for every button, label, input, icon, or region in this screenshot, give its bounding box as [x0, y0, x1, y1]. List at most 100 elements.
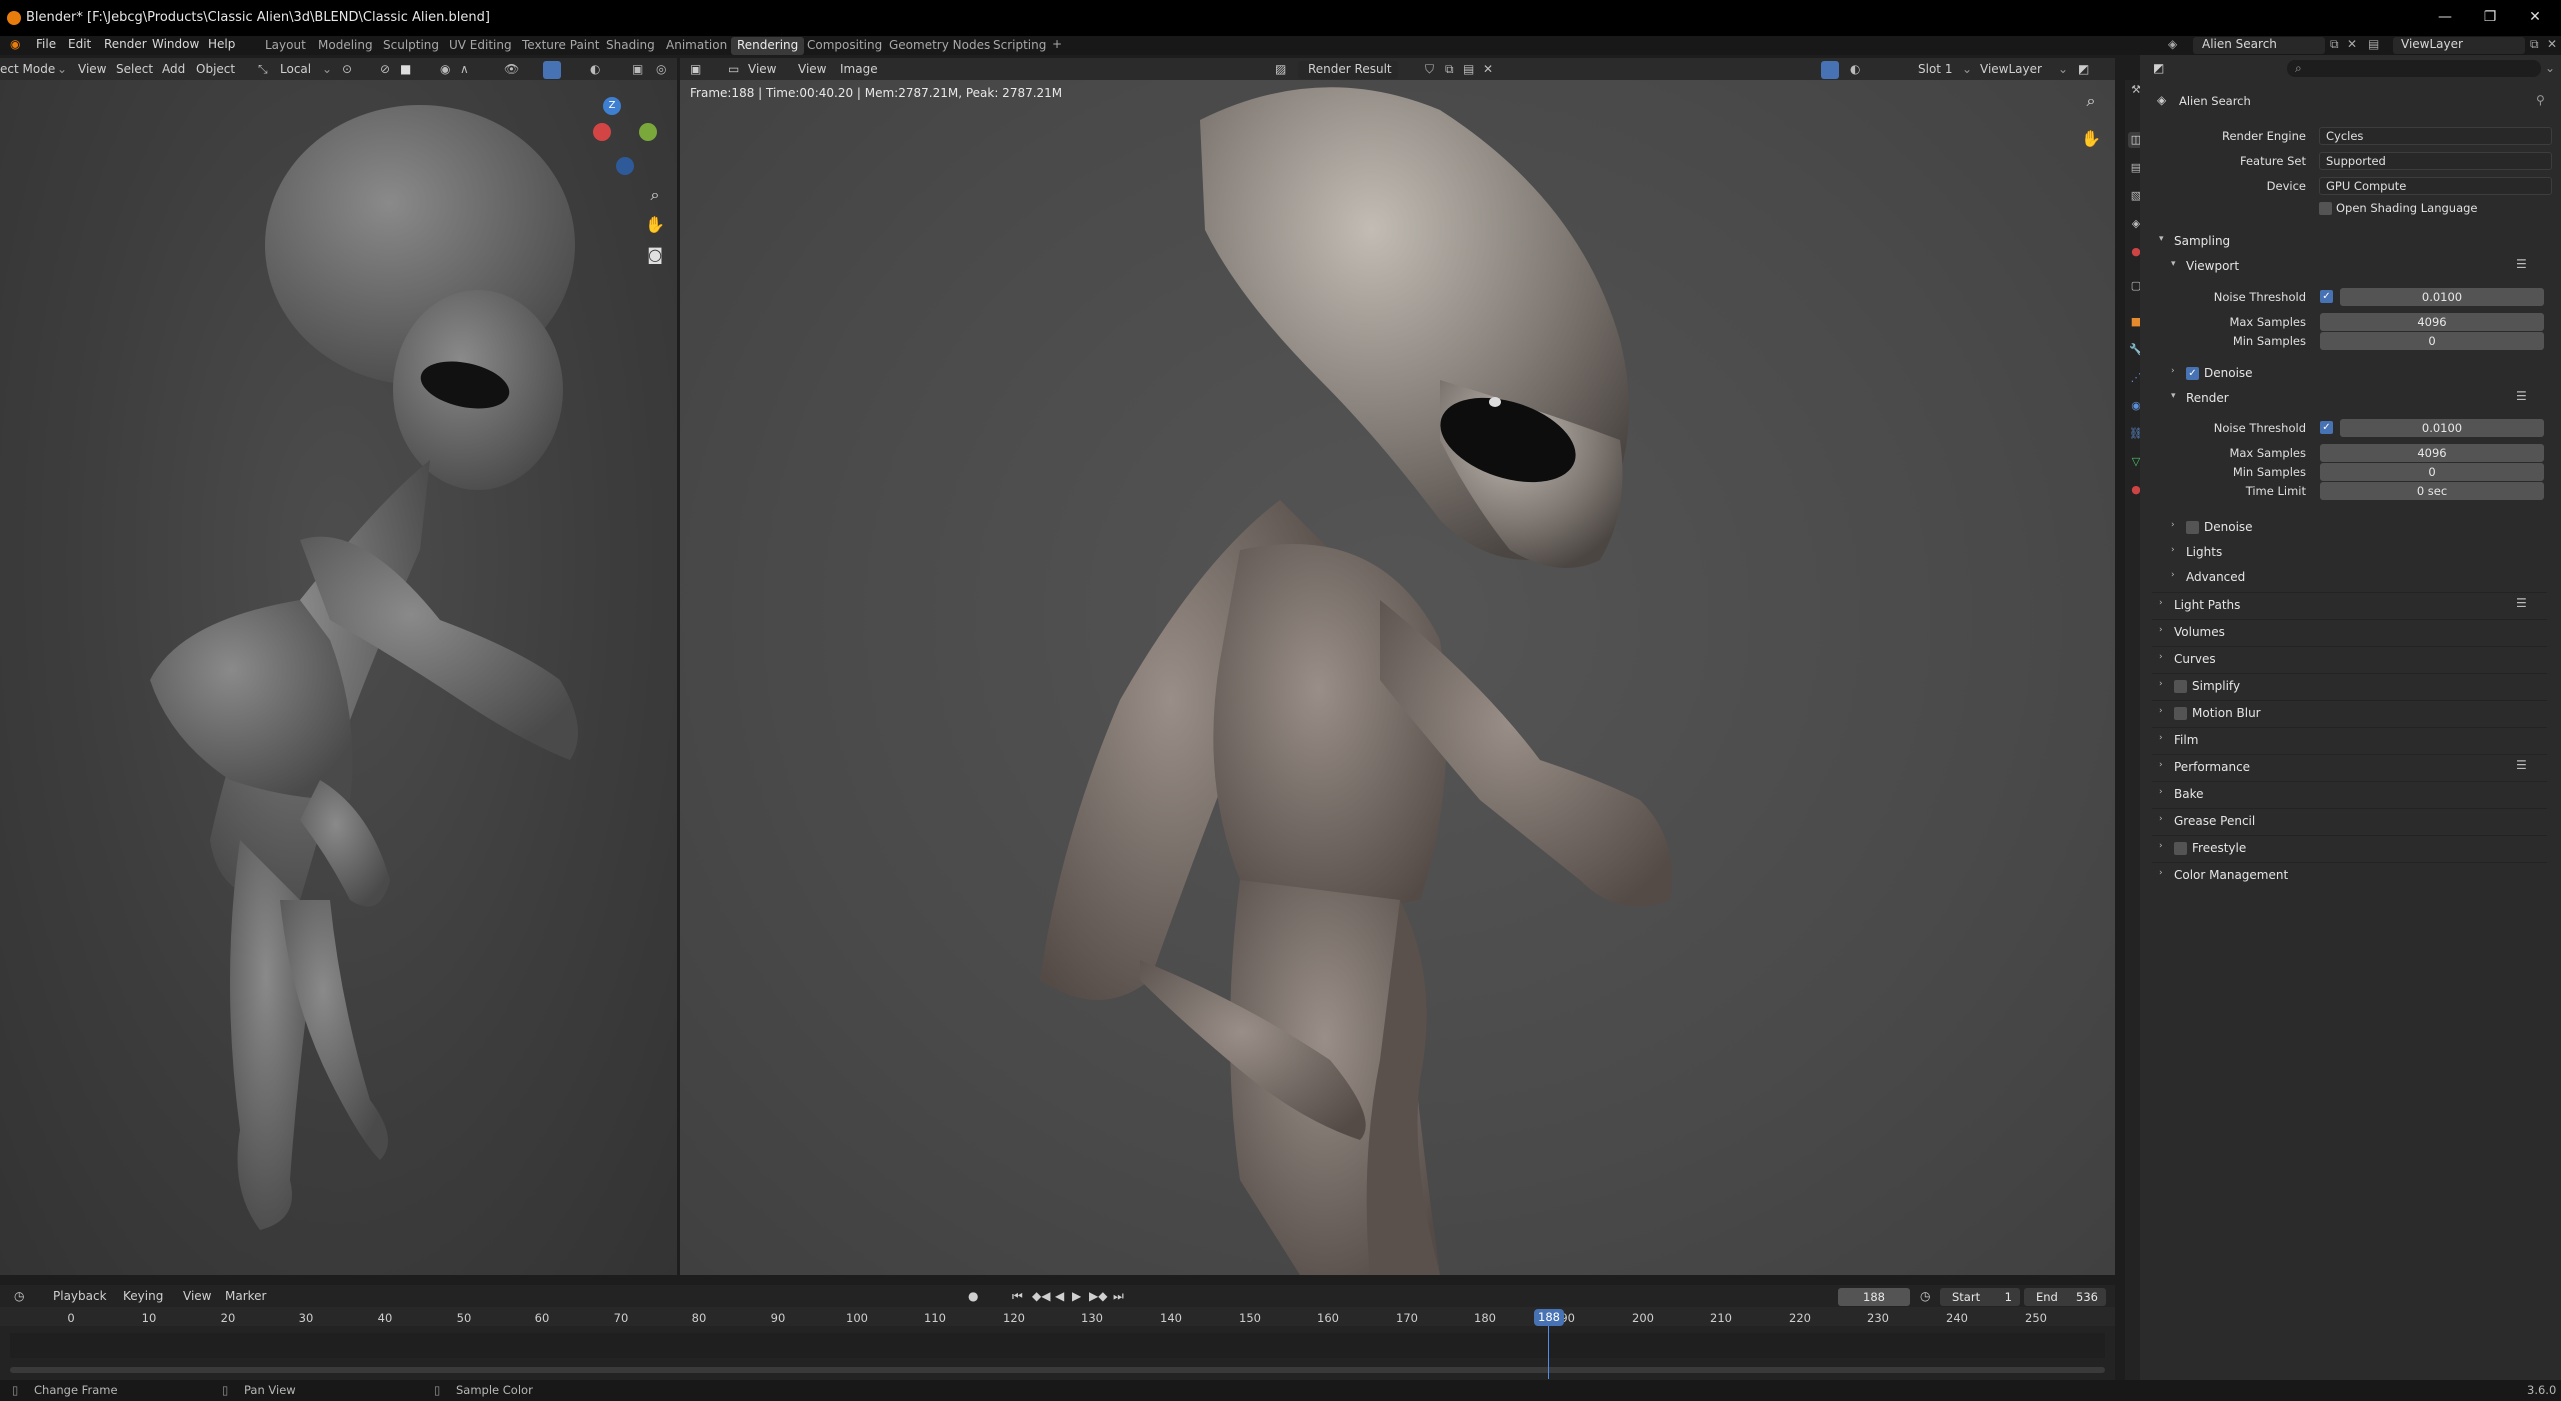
timeline[interactable]: ◷ Playback Keying View Marker ● ⏮ ◆◀ ◀ ▶… — [0, 1285, 2115, 1380]
gizmo-toggle-button[interactable] — [1821, 61, 1839, 79]
osl-checkbox[interactable] — [2319, 202, 2332, 215]
section-volumes[interactable]: › Volumes — [2152, 619, 2547, 645]
menu-view[interactable]: View — [78, 62, 106, 76]
view-layer-name[interactable]: ViewLayer — [2401, 37, 2463, 51]
subsection-render-denoise[interactable]: › Denoise — [2164, 515, 2547, 541]
visibility-icon[interactable]: 👁 — [504, 62, 519, 76]
editor-type-icon[interactable]: ◷ — [14, 1289, 24, 1303]
gizmo-neg-z-axis[interactable] — [616, 157, 634, 175]
render-result-view[interactable]: Frame:188 | Time:00:40.20 | Mem:2787.21M… — [680, 80, 2115, 1275]
menu-marker[interactable]: Marker — [225, 1289, 266, 1303]
view-layer-delete-icon[interactable]: ✕ — [2547, 37, 2557, 51]
proportional-edit-icon[interactable]: ◉ — [440, 62, 450, 76]
camera-icon[interactable]: ◙ — [640, 240, 670, 270]
section-film[interactable]: › Film — [2152, 727, 2547, 753]
menu-edit[interactable]: Edit — [68, 37, 91, 51]
pan-hand-icon[interactable]: ✋ — [2076, 124, 2106, 154]
time-limit-field[interactable]: 0 sec — [2320, 482, 2544, 500]
pan-hand-icon[interactable]: ✋ — [640, 210, 670, 240]
editor-type-icon[interactable]: ▣ — [690, 62, 701, 76]
vp-noise-threshold-field[interactable]: 0.0100 — [2340, 288, 2544, 306]
pivot-icon[interactable]: ⊙ — [342, 62, 352, 76]
zoom-icon[interactable]: ⌕ — [640, 180, 670, 210]
next-keyframe-icon[interactable]: ▶◆ — [1089, 1289, 1107, 1303]
menu-file[interactable]: File — [36, 37, 56, 51]
open-image-icon[interactable]: ▤ — [1463, 62, 1474, 76]
xray-icon[interactable]: ▣ — [632, 62, 643, 76]
snap-target-icon[interactable]: ■ — [400, 62, 411, 76]
tab-shading[interactable]: Shading — [600, 37, 661, 55]
subsection-viewport[interactable]: ▾ Viewport ☰ — [2164, 254, 2547, 280]
add-workspace-icon[interactable]: + — [1052, 37, 1062, 51]
menu-select[interactable]: Select — [116, 62, 153, 76]
scene-name[interactable]: Alien Search — [2202, 37, 2277, 51]
r-noise-threshold-field[interactable]: 0.0100 — [2340, 419, 2544, 437]
menu-view[interactable]: View — [183, 1289, 211, 1303]
menu-window[interactable]: Window — [152, 37, 199, 51]
menu-keying[interactable]: Keying — [123, 1289, 163, 1303]
scene-new-icon[interactable]: ⧉ — [2330, 37, 2339, 52]
subsection-lights[interactable]: › Lights — [2164, 540, 2547, 566]
subsection-render[interactable]: ▾ Render ☰ — [2164, 386, 2547, 412]
blender-menu-icon[interactable]: ◉ — [10, 37, 20, 51]
tab-scripting[interactable]: Scripting — [987, 37, 1052, 55]
jump-end-icon[interactable]: ⏭ — [1113, 1289, 1124, 1304]
tab-geometry-nodes[interactable]: Geometry Nodes — [883, 37, 996, 55]
pin-icon[interactable]: ⚲ — [2536, 93, 2545, 107]
tab-animation[interactable]: Animation — [660, 37, 733, 55]
vp-min-samples-field[interactable]: 0 — [2320, 332, 2544, 350]
playhead[interactable]: 188 — [1534, 1309, 1564, 1326]
left-3d-viewport[interactable]: Z ⌕ ✋ ◙ — [0, 80, 677, 1275]
render-engine-select[interactable]: Cycles — [2319, 127, 2552, 145]
end-frame-field[interactable]: End 536 — [2024, 1288, 2106, 1306]
section-bake[interactable]: › Bake — [2152, 781, 2547, 807]
falloff-icon[interactable]: ∧ — [460, 62, 469, 76]
feature-set-select[interactable]: Supported — [2319, 152, 2552, 170]
properties-search-input[interactable]: ⌕ — [2287, 60, 2541, 77]
tab-modeling[interactable]: Modeling — [312, 37, 379, 55]
editor-type-icon[interactable]: ◩ — [2153, 61, 2164, 75]
menu-object[interactable]: Object — [196, 62, 235, 76]
shading-mode-icon[interactable]: ◎ — [656, 62, 666, 76]
view-mode-select[interactable]: View — [748, 62, 776, 76]
tab-compositing[interactable]: Compositing — [801, 37, 888, 55]
overlay-icon[interactable]: ◐ — [1850, 62, 1860, 76]
section-performance[interactable]: › Performance ☰ — [2152, 754, 2547, 780]
r-noise-threshold-checkbox[interactable]: ✓ — [2320, 421, 2333, 434]
section-freestyle[interactable]: › Freestyle — [2152, 835, 2547, 861]
menu-playback[interactable]: Playback — [53, 1289, 107, 1303]
prev-keyframe-icon[interactable]: ◆◀ — [1032, 1289, 1050, 1303]
gizmo-z-axis[interactable]: Z — [603, 97, 621, 115]
device-select[interactable]: GPU Compute — [2319, 177, 2552, 195]
zoom-icon[interactable]: ⌕ — [2076, 86, 2106, 116]
minimize-icon[interactable]: — — [2425, 6, 2465, 30]
close-icon[interactable]: ✕ — [2515, 6, 2555, 30]
menu-render[interactable]: Render — [104, 37, 147, 51]
section-motion-blur[interactable]: › Motion Blur — [2152, 700, 2547, 726]
vp-max-samples-field[interactable]: 4096 — [2320, 313, 2544, 331]
scene-delete-icon[interactable]: ✕ — [2347, 37, 2357, 51]
timeline-scrollbar[interactable] — [10, 1367, 2105, 1373]
menu-help[interactable]: Help — [208, 37, 235, 51]
vp-noise-threshold-checkbox[interactable]: ✓ — [2320, 290, 2333, 303]
play-icon[interactable]: ▶ — [1072, 1289, 1081, 1303]
overlay-icon[interactable]: ◐ — [590, 62, 600, 76]
section-color-management[interactable]: › Color Management — [2152, 862, 2547, 888]
gizmo-x-axis[interactable] — [593, 123, 611, 141]
r-min-samples-field[interactable]: 0 — [2320, 463, 2544, 481]
gizmo-toggle-button[interactable] — [543, 61, 561, 79]
new-image-icon[interactable]: ⧉ — [1445, 62, 1454, 77]
tab-texture-paint[interactable]: Texture Paint — [516, 37, 605, 55]
jump-start-icon[interactable]: ⏮ — [1012, 1289, 1023, 1304]
scene-icon[interactable]: ◈ — [2168, 37, 2177, 51]
chevron-down-icon[interactable]: ⌄ — [2545, 61, 2555, 75]
auto-keying-icon[interactable]: ● — [968, 1289, 978, 1303]
mode-select[interactable]: ect Mode — [0, 62, 55, 76]
section-light-paths[interactable]: › Light Paths ☰ — [2152, 592, 2547, 618]
layer-select[interactable]: ViewLayer — [1980, 62, 2042, 76]
subsection-advanced[interactable]: › Advanced — [2164, 565, 2547, 591]
subsection-viewport-denoise[interactable]: › ✓ Denoise — [2164, 361, 2547, 387]
transform-orientation-select[interactable]: Local — [280, 62, 311, 76]
fake-user-shield-icon[interactable]: ⛉ — [1425, 62, 1434, 77]
current-frame-field[interactable]: 188 — [1838, 1288, 1910, 1306]
